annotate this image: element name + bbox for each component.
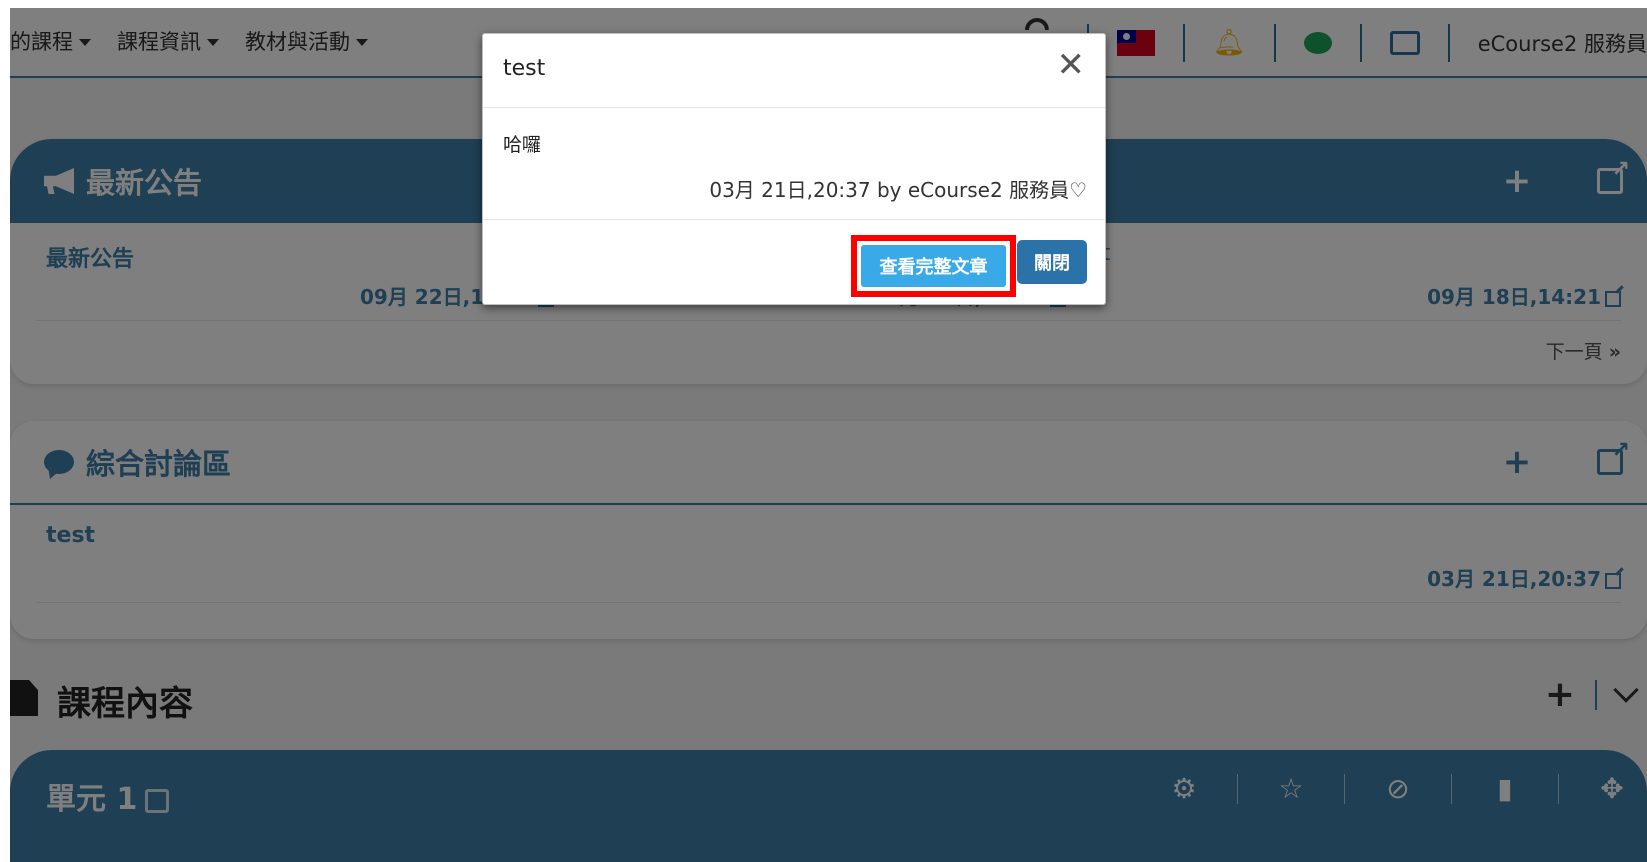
view-full-article-button[interactable]: 查看完整文章 (861, 245, 1006, 287)
modal-message: 哈囉 (503, 134, 542, 156)
close-icon[interactable]: ✕ (1057, 48, 1086, 82)
page-edge (0, 0, 10, 862)
modal-meta: 03月 21日,20:37 by eCourse2 服務員♡ (709, 178, 1087, 202)
announcement-modal: test ✕ 哈囉 03月 21日,20:37 by eCourse2 服務員♡… (482, 33, 1106, 305)
modal-title: test (503, 56, 546, 81)
modal-footer: 查看完整文章 關閉 (483, 220, 1105, 304)
modal-header: test ✕ (483, 34, 1105, 108)
modal-body: 哈囉 03月 21日,20:37 by eCourse2 服務員♡ (483, 108, 1105, 220)
close-button[interactable]: 關閉 (1017, 240, 1087, 284)
